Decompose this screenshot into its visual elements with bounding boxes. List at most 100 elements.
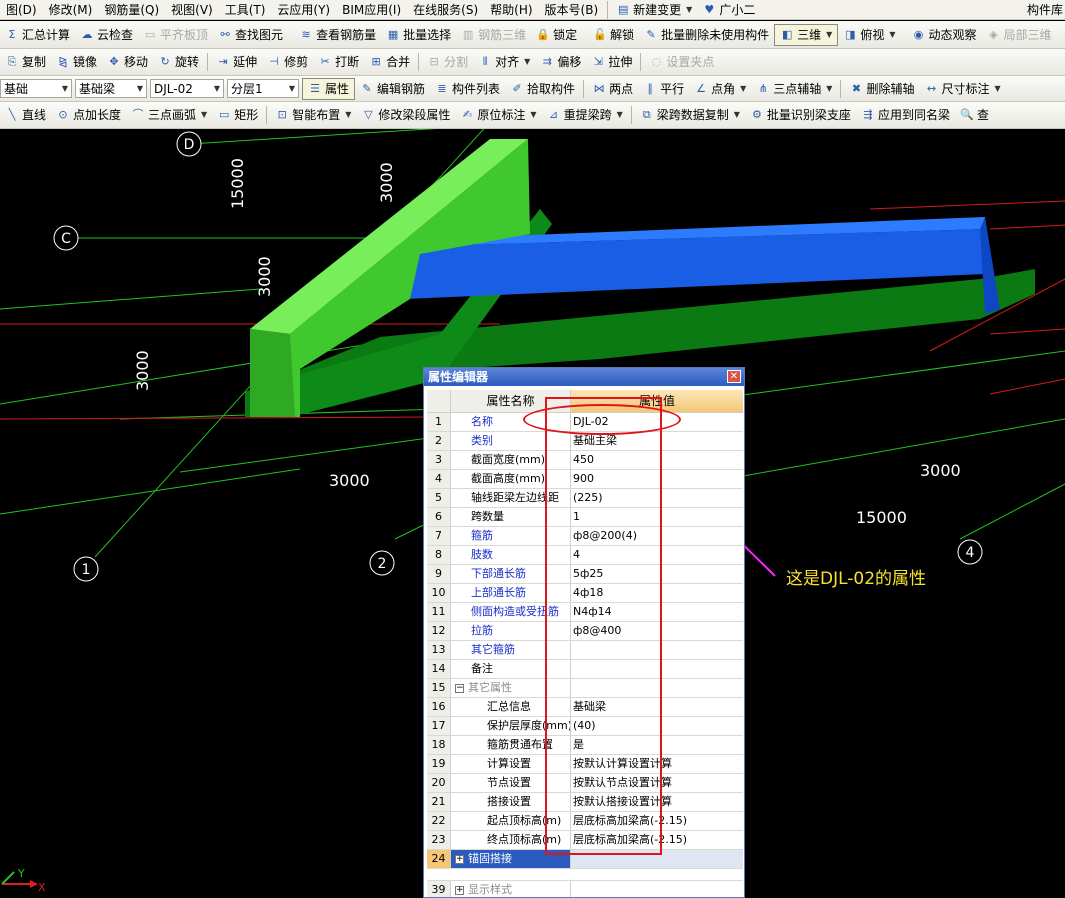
row-number: 15	[427, 679, 451, 697]
property-row[interactable]: 39 + 显示样式	[427, 881, 743, 897]
component-type-select[interactable]: 基础梁 ▼	[75, 79, 147, 98]
button-label: 批量删除未使用构件	[661, 27, 770, 42]
merge-button[interactable]: ⊞ 合并	[364, 51, 415, 73]
copy-button[interactable]: ⎘ 复制	[0, 51, 51, 73]
top-view-button[interactable]: ◨ 俯视 ▼	[838, 24, 900, 46]
cube-button[interactable]: ◧ 三维 ▼	[774, 23, 839, 46]
floor-type-select[interactable]: 基础 ▼	[0, 79, 72, 98]
batch-select-button[interactable]: ▦ 批量选择	[381, 24, 456, 46]
menu-item[interactable]: BIM应用(I)	[336, 0, 407, 19]
line-button[interactable]: ╲ 直线	[0, 104, 51, 126]
menu-item[interactable]: 视图(V)	[165, 0, 219, 19]
local-3d-button[interactable]: ◈ 局部三维	[982, 24, 1057, 46]
app-window: 图(D) 修改(M) 钢筋量(Q) 视图(V) 工具(T) 云应用(Y) BIM…	[0, 0, 1065, 898]
menu-item[interactable]: 在线服务(S)	[407, 0, 484, 19]
rebar-view-button[interactable]: ≋ 查看钢筋量	[294, 24, 381, 46]
grip-button[interactable]: ◌ 设置夹点	[644, 51, 719, 73]
properties-button[interactable]: ☰ 属性	[302, 77, 356, 100]
button-label: 智能布置	[292, 108, 341, 122]
delete-axis-button[interactable]: ✖ 删除辅轴	[844, 78, 919, 100]
rebar-3d-button[interactable]: ▥ 钢筋三维	[456, 24, 531, 46]
list-button[interactable]: ≣ 构件列表	[430, 78, 505, 100]
menu-item[interactable]: 修改(M)	[43, 0, 99, 19]
button-label: 打断	[335, 55, 360, 69]
new-change-button[interactable]: ▤ 新建变更 ▼	[611, 0, 697, 19]
in-place-mark-button[interactable]: ✍ 原位标注 ▼	[455, 104, 541, 126]
binoculars-button[interactable]: ⚯ 查找图元	[213, 24, 288, 46]
split-button[interactable]: ⊟ 分割	[422, 51, 473, 73]
component-name-select[interactable]: DJL-02 ▼	[150, 79, 224, 98]
property-name-text: 汇总信息	[487, 700, 531, 713]
move-button[interactable]: ✥ 移动	[102, 51, 153, 73]
property-value[interactable]	[571, 881, 743, 897]
orbit-button[interactable]: ◉ 动态观察	[907, 24, 982, 46]
close-icon[interactable]: ✕	[727, 370, 741, 383]
parallel-button[interactable]: ∥ 平行	[638, 78, 689, 100]
query-button[interactable]: 🔍 查	[955, 104, 994, 126]
unlock-button[interactable]: 🔓 解锁	[588, 24, 639, 46]
grip-icon: ◌	[651, 55, 662, 68]
menu-item[interactable]: 云应用(Y)	[271, 0, 336, 19]
rectangle-button[interactable]: ▭ 矩形	[212, 104, 263, 126]
menu-item[interactable]: 钢筋量(Q)	[98, 0, 165, 19]
assistant-button[interactable]: ♥ 广小二	[697, 0, 760, 19]
point-length-icon: ⊙	[58, 108, 68, 121]
break-button[interactable]: ✂ 打断	[313, 51, 364, 73]
expand-icon[interactable]: +	[455, 885, 464, 895]
extend-button[interactable]: ⇥ 延伸	[211, 51, 262, 73]
span-copy-button[interactable]: ⧉ 梁跨数据复制 ▼	[635, 104, 745, 126]
split-icon: ⊟	[429, 55, 439, 68]
re-span-button[interactable]: ⊿ 重提梁跨 ▼	[542, 104, 628, 126]
menu-item[interactable]: 版本号(B)	[539, 0, 605, 19]
batch-delete-button[interactable]: ✎ 批量删除未使用构件	[639, 24, 774, 46]
sigma-button[interactable]: Σ 汇总计算	[0, 24, 75, 46]
mirror-button[interactable]: ⧎ 镜像	[51, 51, 102, 73]
menu-item[interactable]: 图(D)	[0, 0, 43, 19]
component-library-label[interactable]: 构件库	[1022, 0, 1063, 19]
pick-icon: ✐	[512, 81, 522, 95]
apply-same-button[interactable]: ⇶ 应用到同名梁	[856, 104, 955, 126]
edit-rebar-button[interactable]: ✎ 编辑钢筋	[355, 78, 430, 100]
chevron-down-icon: ▼	[826, 83, 833, 93]
zoom-button[interactable]: ⊕全	[1057, 24, 1065, 46]
smart-layout-button[interactable]: ⊡ 智能布置 ▼	[270, 104, 356, 126]
button-label: 延伸	[233, 55, 258, 69]
orbit-icon: ◉	[913, 27, 924, 41]
two-point-button[interactable]: ⋈ 两点	[587, 78, 638, 100]
rotate-button[interactable]: ↻ 旋转	[153, 51, 204, 73]
stretch-button[interactable]: ⇲ 拉伸	[586, 51, 637, 73]
arc-button[interactable]: ⌒ 三点画弧 ▼	[126, 104, 212, 126]
arc-icon: ⌒	[132, 108, 144, 121]
layer-select[interactable]: 分层1 ▼	[227, 79, 299, 98]
button-label: 旋转	[175, 55, 200, 69]
menu-bar: 图(D) 修改(M) 钢筋量(Q) 视图(V) 工具(T) 云应用(Y) BIM…	[0, 0, 1065, 20]
button-label: 汇总计算	[22, 27, 71, 42]
dimension-button[interactable]: ↔ 尺寸标注 ▼	[919, 78, 1005, 100]
three-point-axis-button[interactable]: ⋔ 三点辅轴 ▼	[751, 78, 837, 100]
offset-button[interactable]: ⇉ 偏移	[535, 51, 586, 73]
slab-top-button[interactable]: ▭ 平齐板顶	[138, 24, 213, 46]
menu-item[interactable]: 工具(T)	[219, 0, 272, 19]
lock-button[interactable]: 🔒 锁定	[531, 24, 582, 46]
row-number: 39	[427, 881, 451, 897]
align-button[interactable]: ⫴ 对齐 ▼	[473, 51, 535, 73]
in-place-mark-icon: ✍	[462, 108, 473, 121]
list-icon: ≣	[437, 81, 447, 95]
properties-icon: ☰	[310, 81, 320, 95]
chevron-down-icon: ▼	[994, 83, 1001, 93]
cloud-check-button[interactable]: ☁ 云检查	[75, 24, 138, 46]
modify-beam-button[interactable]: ▽ 修改梁段属性	[356, 104, 455, 126]
button-label: 应用到同名梁	[877, 108, 950, 122]
chevron-down-icon: ▼	[345, 110, 352, 119]
delete-axis-icon: ✖	[851, 81, 862, 95]
batch-support-button[interactable]: ⚙ 批量识别梁支座	[745, 104, 856, 126]
expand-icon[interactable]: +	[455, 854, 464, 864]
point-angle-button[interactable]: ∠ 点角 ▼	[689, 78, 751, 100]
collapse-icon[interactable]: −	[455, 683, 464, 693]
property-editor-title-bar[interactable]: 属性编辑器 ✕	[424, 368, 744, 386]
point-length-button[interactable]: ⊙ 点加长度	[51, 104, 126, 126]
menu-item[interactable]: 帮助(H)	[484, 0, 538, 19]
re-span-icon: ⊿	[548, 108, 559, 121]
pick-button[interactable]: ✐ 拾取构件	[505, 78, 580, 100]
trim-button[interactable]: ⊣ 修剪	[262, 51, 313, 73]
